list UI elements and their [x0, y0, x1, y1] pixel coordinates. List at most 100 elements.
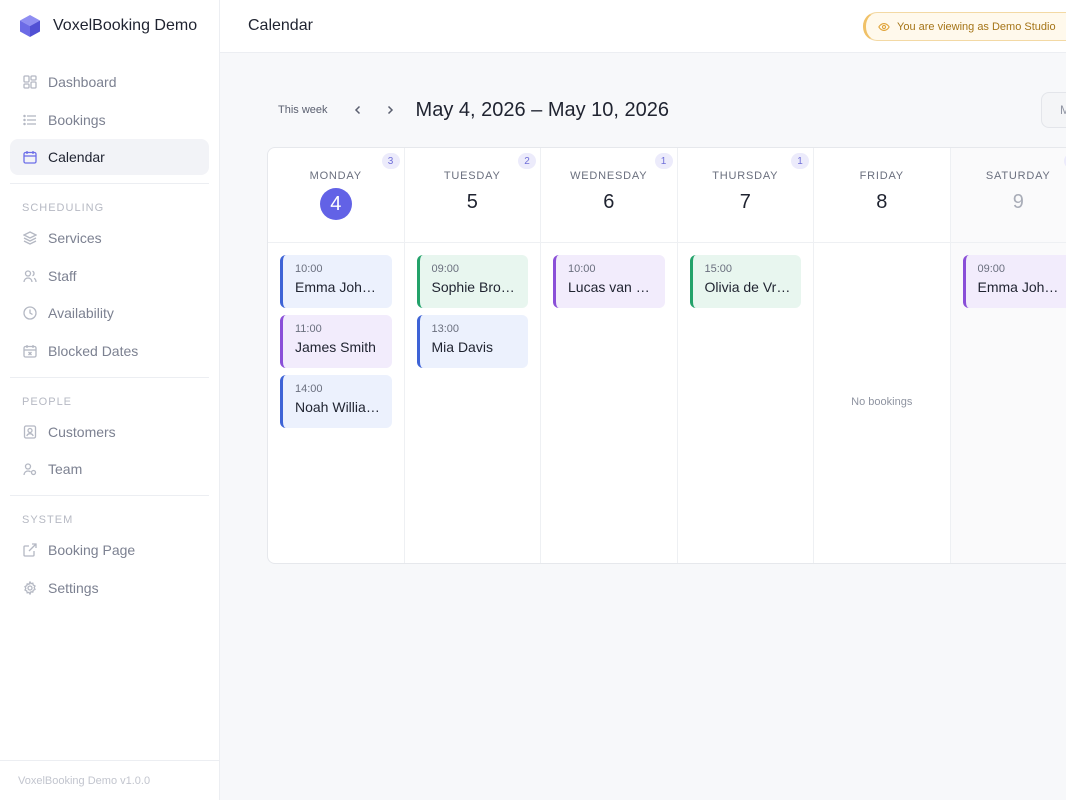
sidebar-item-label: Customers [48, 423, 116, 440]
sidebar-item-label: Availability [48, 305, 114, 321]
demo-notice-text: You are viewing as Demo Studio [897, 20, 1056, 33]
day-column-tuesday: 2 TUESDAY 5 09:00 Sophie Brown 13:00 Mia Davis [404, 148, 541, 563]
section-title-scheduling: SCHEDULING [22, 202, 105, 214]
day-column-thursday: 1 THURSDAY 7 15:00 Olivia de Vries [677, 148, 814, 563]
chevron-left-icon[interactable] [346, 98, 370, 122]
sidebar-item-label: Dashboard [48, 74, 117, 90]
booking-card[interactable]: 09:00 Emma Johnson [962, 255, 1066, 308]
booking-customer-name: Olivia de Vries [704, 279, 795, 295]
date-number: 5 [466, 191, 478, 213]
grid-icon [22, 74, 38, 90]
sidebar-item-label: Booking Page [48, 542, 136, 558]
booking-card[interactable]: 11:00 James Smith [280, 315, 392, 368]
week-calendar: 3 MONDAY 4 10:00 Emma Johnson 11:00 James Smit… [267, 147, 1066, 564]
date-number: 8 [876, 191, 888, 213]
booking-time: 13:00 [431, 323, 460, 335]
sidebar-item-label: Services [48, 230, 102, 246]
divider [10, 183, 209, 184]
day-bookings: 09:00 Emma Johnson [951, 243, 1066, 563]
day-header[interactable]: 1SATURDAY9 [950, 148, 1066, 243]
this-week-button[interactable]: This week [268, 104, 338, 116]
week-range-title: May 4, 2026 – May 10, 2026 [415, 98, 670, 121]
sidebar-item-availability[interactable]: Availability [10, 295, 209, 331]
layers-icon [22, 230, 38, 246]
booking-customer-name: Noah Williams [295, 399, 385, 415]
divider [10, 376, 209, 378]
booking-time: 10:00 [295, 263, 323, 275]
date-number: 9 [1012, 191, 1024, 213]
sidebar-item-bookings[interactable]: Bookings [10, 102, 209, 138]
booking-count-badge: 1 [654, 153, 673, 169]
day-bookings: 10:00 Lucas van Berg [541, 243, 677, 563]
booking-customer-name: Lucas van Berg [568, 279, 665, 295]
view-mode-button[interactable]: M [1041, 92, 1066, 128]
day-name: WEDNESDAY [570, 170, 648, 182]
calendar-x-icon [22, 343, 38, 359]
brand[interactable]: VoxelBooking Demo [0, 0, 219, 52]
booking-card[interactable]: 10:00 Emma Johnson [280, 255, 392, 308]
sidebar-item-blocked-dates[interactable]: Blocked Dates [10, 333, 209, 369]
booking-customer-name: Mia Davis [431, 339, 493, 355]
day-header[interactable]: 2 TUESDAY 5 [404, 148, 540, 243]
booking-count-badge: 3 [381, 153, 400, 169]
section-title-people: PEOPLE [22, 395, 73, 408]
page-title: Calendar [248, 17, 313, 34]
booking-count-badge: 2 [518, 153, 536, 169]
booking-card[interactable]: 10:00 Lucas van Berg [553, 255, 665, 308]
app-name: VoxelBooking Demo [53, 17, 198, 34]
day-bookings: 09:00 Sophie Brown 13:00 Mia Davis [405, 243, 541, 563]
booking-card[interactable]: 15:00 Olivia de Vries [689, 255, 801, 308]
contact-icon [22, 424, 38, 440]
booking-time: 09:00 [977, 263, 1006, 275]
today-date-number: 4 [319, 188, 352, 220]
day-header[interactable]: 3 MONDAY 4 [268, 148, 404, 243]
list-icon [22, 112, 38, 128]
sidebar-item-label: Bookings [48, 111, 106, 128]
sidebar-item-team[interactable]: Team [10, 451, 209, 487]
section-title-system: SYSTEM [22, 514, 74, 526]
day-bookings: 15:00 Olivia de Vries [678, 243, 814, 563]
cube-logo-icon [20, 15, 40, 37]
booking-customer-name: Sophie Brown [431, 279, 519, 295]
sidebar-item-services[interactable]: Services [10, 220, 209, 256]
booking-time: 10:00 [568, 263, 596, 275]
day-column-wednesday: 1 WEDNESDAY 6 10:00 Lucas van Berg [541, 148, 678, 563]
day-header[interactable]: 1 WEDNESDAY 6 [541, 148, 677, 243]
sidebar-item-dashboard[interactable]: Dashboard [10, 64, 209, 100]
users-icon [22, 268, 38, 284]
day-bookings: 10:00 Emma Johnson 11:00 James Smith 14:00 No… [268, 243, 404, 563]
booking-time: 09:00 [431, 263, 460, 275]
no-bookings-text: No bookings [851, 396, 913, 408]
booking-card[interactable]: 09:00 Sophie Brown [416, 255, 528, 308]
day-name: SATURDAY [985, 170, 1051, 182]
chevron-right-icon[interactable] [378, 98, 402, 122]
booking-card[interactable]: 13:00 Mia Davis [416, 315, 528, 368]
sidebar-item-customers[interactable]: Customers [10, 414, 209, 450]
day-column-saturday: 1SATURDAY909:00Emma Johnson [950, 148, 1066, 563]
sidebar-item-label: Calendar [48, 149, 105, 165]
sidebar-item-label: Team [48, 461, 83, 477]
day-column-friday: FRIDAY 8 No bookings [814, 148, 951, 563]
sidebar-item-calendar[interactable]: Calendar [10, 139, 209, 175]
demo-notice-badge: You are viewing as Demo Studio [863, 12, 1066, 41]
booking-card[interactable]: 14:00 Noah Williams [280, 375, 392, 428]
week-navigation: This week May 4, 2026 – May 10, 2026 [268, 92, 669, 128]
day-header[interactable]: FRIDAY 8 [814, 148, 950, 243]
date-number: 7 [739, 191, 751, 213]
sidebar-item-staff[interactable]: Staff [10, 258, 209, 294]
sidebar-item-booking-page[interactable]: Booking Page [10, 532, 209, 568]
booking-time: 14:00 [295, 383, 323, 395]
day-name: MONDAY [309, 170, 362, 182]
app-version: VoxelBooking Demo v1.0.0 [0, 760, 219, 800]
sidebar-item-settings[interactable]: Settings [10, 570, 209, 606]
booking-customer-name: Emma Johnson [295, 279, 392, 295]
day-column-monday: 3 MONDAY 4 10:00 Emma Johnson 11:00 James Smit… [268, 148, 405, 563]
booking-customer-name: James Smith [295, 339, 376, 355]
sidebar-item-label: Staff [48, 267, 77, 284]
booking-time: 15:00 [704, 263, 733, 275]
day-header[interactable]: 1 THURSDAY 7 [677, 148, 813, 243]
booking-customer-name: Emma Johnson [977, 279, 1066, 295]
day-name: THURSDAY [712, 170, 779, 182]
booking-time: 11:00 [295, 323, 322, 335]
day-name: FRIDAY [859, 170, 904, 182]
